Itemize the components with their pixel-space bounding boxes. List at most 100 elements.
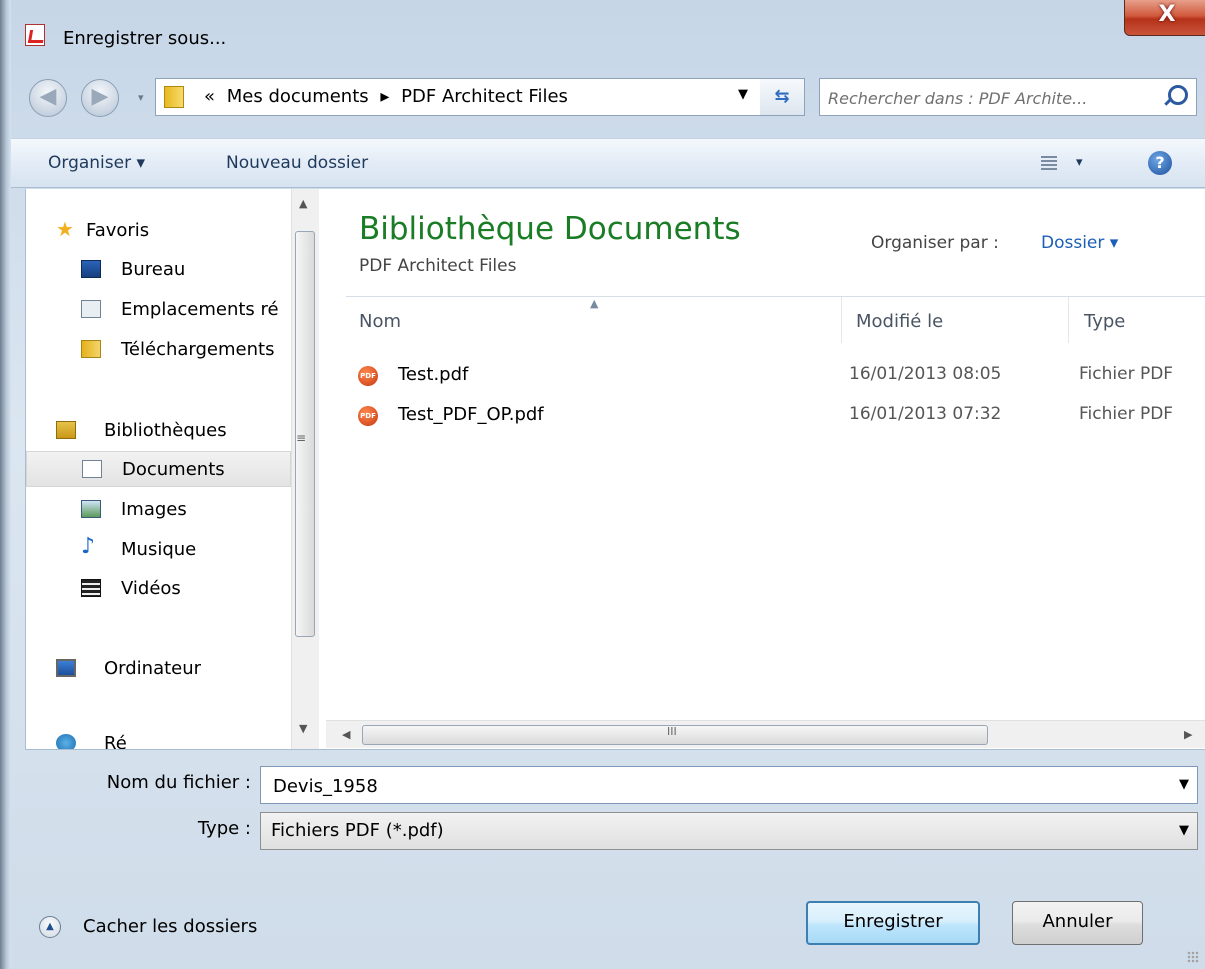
file-row[interactable]: PDF Test.pdf 16/01/2013 08:05 Fichier PD… bbox=[356, 359, 1205, 393]
breadcrumb-overflow[interactable]: « bbox=[204, 86, 215, 107]
scroll-grip-icon: ≡ bbox=[296, 431, 307, 445]
nav-item-label: Téléchargements bbox=[121, 339, 275, 360]
command-bar: Organiser ▾ Nouveau dossier ▾ ? bbox=[11, 138, 1205, 188]
forward-button[interactable]: ▶ bbox=[81, 79, 119, 117]
nav-item-images[interactable]: Images bbox=[26, 492, 291, 528]
resize-grip-icon[interactable] bbox=[1187, 951, 1199, 963]
browser-pane: ★ Favoris Bureau Emplacements ré Télécha… bbox=[25, 189, 1205, 750]
nav-item-favoris[interactable]: ★ Favoris bbox=[26, 213, 291, 249]
navigation-vertical-scrollbar[interactable]: ▲ ≡ ▼ bbox=[291, 189, 319, 749]
column-header-modifie-le[interactable]: Modifié le bbox=[856, 311, 943, 332]
nav-item-label: Documents bbox=[122, 459, 225, 480]
nav-item-reseau[interactable]: Ré bbox=[26, 726, 291, 749]
filename-input[interactable] bbox=[271, 773, 1155, 799]
new-folder-button[interactable]: Nouveau dossier bbox=[226, 153, 368, 173]
nav-item-telechargements[interactable]: Téléchargements bbox=[26, 332, 291, 368]
nav-item-label: Favoris bbox=[86, 220, 150, 241]
nav-item-label: Ordinateur bbox=[104, 658, 202, 679]
breadcrumb-mes-documents[interactable]: Mes documents bbox=[227, 86, 369, 107]
refresh-button[interactable]: ⇆ bbox=[760, 78, 805, 116]
column-header-nom[interactable]: Nom bbox=[359, 311, 401, 332]
filename-combobox[interactable]: ▼ bbox=[260, 766, 1198, 804]
library-title: Bibliothèque Documents bbox=[359, 211, 741, 247]
address-dropdown-icon[interactable]: ▼ bbox=[738, 87, 748, 102]
view-dropdown-icon[interactable]: ▾ bbox=[1076, 155, 1083, 170]
pictures-icon bbox=[81, 500, 101, 518]
column-separator[interactable] bbox=[841, 297, 842, 343]
recent-pages-dropdown[interactable]: ▾ bbox=[138, 91, 144, 104]
nav-item-videos[interactable]: Vidéos bbox=[26, 571, 291, 607]
nav-item-label: Musique bbox=[121, 539, 197, 560]
documents-icon bbox=[82, 460, 102, 478]
address-bar[interactable]: « Mes documents ▸ PDF Architect Files ▼ bbox=[155, 78, 761, 116]
organise-menu[interactable]: Organiser ▾ bbox=[48, 153, 145, 173]
file-type: Fichier PDF bbox=[1079, 404, 1174, 424]
type-label: Type : bbox=[197, 818, 251, 839]
chevron-down-icon[interactable]: ▼ bbox=[1179, 823, 1189, 838]
nav-item-documents[interactable]: Documents bbox=[26, 451, 291, 487]
chevron-down-icon[interactable]: ▼ bbox=[1179, 777, 1189, 792]
arrange-by-label: Organiser par : bbox=[871, 233, 999, 253]
file-list-pane: Bibliothèque Documents PDF Architect Fil… bbox=[326, 189, 1205, 749]
file-type-value: Fichiers PDF (*.pdf) bbox=[271, 820, 444, 841]
hide-folders-button[interactable]: ▲ Cacher les dossiers bbox=[39, 910, 299, 946]
file-type: Fichier PDF bbox=[1079, 364, 1174, 384]
file-name: Test_PDF_OP.pdf bbox=[398, 404, 544, 425]
videos-icon bbox=[81, 579, 101, 597]
breadcrumb: « Mes documents ▸ PDF Architect Files bbox=[204, 86, 574, 107]
search-icon[interactable] bbox=[1168, 85, 1188, 105]
save-button[interactable]: Enregistrer bbox=[806, 901, 980, 945]
scroll-left-icon[interactable]: ◀ bbox=[342, 728, 350, 741]
horizontal-scroll-grip-icon: III bbox=[667, 725, 677, 738]
back-arrow-icon: ◀ bbox=[39, 84, 57, 109]
pdf-file-icon: PDF bbox=[358, 406, 378, 426]
library-subtitle: PDF Architect Files bbox=[359, 256, 517, 276]
hide-folders-label: Cacher les dossiers bbox=[83, 916, 258, 937]
refresh-icon: ⇆ bbox=[774, 86, 790, 107]
breadcrumb-pdf-architect-files[interactable]: PDF Architect Files bbox=[401, 86, 568, 107]
back-button[interactable]: ◀ bbox=[29, 79, 67, 117]
computer-icon bbox=[56, 659, 76, 677]
scroll-right-icon[interactable]: ▶ bbox=[1184, 728, 1192, 741]
window-title: Enregistrer sous... bbox=[63, 28, 227, 49]
nav-item-bureau[interactable]: Bureau bbox=[26, 252, 291, 288]
navigation-bar: ◀ ▶ ▾ « Mes documents ▸ PDF Architect Fi… bbox=[25, 73, 1205, 123]
cancel-button[interactable]: Annuler bbox=[1012, 901, 1143, 945]
file-type-select[interactable]: Fichiers PDF (*.pdf) ▼ bbox=[260, 812, 1198, 850]
nav-item-label: Bureau bbox=[121, 259, 186, 280]
scroll-up-icon[interactable]: ▲ bbox=[299, 197, 307, 210]
desktop-icon bbox=[81, 260, 101, 278]
view-options-icon[interactable] bbox=[1041, 156, 1057, 170]
filename-label: Nom du fichier : bbox=[106, 772, 251, 793]
nav-item-musique[interactable]: ♪ Musique bbox=[26, 532, 291, 568]
forward-arrow-icon: ▶ bbox=[91, 84, 109, 109]
file-name: Test.pdf bbox=[398, 364, 469, 385]
column-header-type[interactable]: Type bbox=[1084, 311, 1125, 332]
column-separator[interactable] bbox=[1068, 297, 1069, 343]
recent-places-icon bbox=[81, 300, 101, 318]
horizontal-scrollbar[interactable]: ◀ III ▶ bbox=[326, 720, 1205, 748]
nav-item-label: Ré bbox=[104, 733, 127, 749]
downloads-icon bbox=[81, 340, 101, 358]
help-icon[interactable]: ? bbox=[1148, 151, 1172, 175]
file-modified: 16/01/2013 08:05 bbox=[849, 364, 1002, 384]
star-icon: ★ bbox=[56, 217, 74, 241]
title-bar: Enregistrer sous... X bbox=[11, 0, 1205, 68]
scroll-down-icon[interactable]: ▼ bbox=[299, 722, 307, 735]
close-button[interactable]: X bbox=[1124, 0, 1205, 36]
arrange-by-dropdown[interactable]: Dossier ▾ bbox=[1041, 233, 1118, 253]
nav-item-ordinateur[interactable]: Ordinateur bbox=[26, 651, 291, 687]
nav-item-emplacements-recents[interactable]: Emplacements ré bbox=[26, 292, 291, 328]
file-modified: 16/01/2013 07:32 bbox=[849, 404, 1002, 424]
folder-icon bbox=[164, 86, 184, 108]
nav-item-bibliotheques[interactable]: Bibliothèques bbox=[26, 413, 291, 449]
save-form: Nom du fichier : ▼ Type : Fichiers PDF (… bbox=[11, 751, 1205, 969]
header-divider bbox=[346, 296, 1205, 297]
search-box[interactable] bbox=[819, 78, 1197, 116]
file-row[interactable]: PDF Test_PDF_OP.pdf 16/01/2013 07:32 Fic… bbox=[356, 399, 1205, 433]
breadcrumb-separator-icon[interactable]: ▸ bbox=[380, 86, 389, 107]
nav-item-label: Emplacements ré bbox=[121, 299, 279, 320]
search-input[interactable] bbox=[826, 85, 1154, 111]
pdf-architect-app-icon bbox=[25, 24, 45, 46]
close-icon: X bbox=[1158, 2, 1176, 27]
